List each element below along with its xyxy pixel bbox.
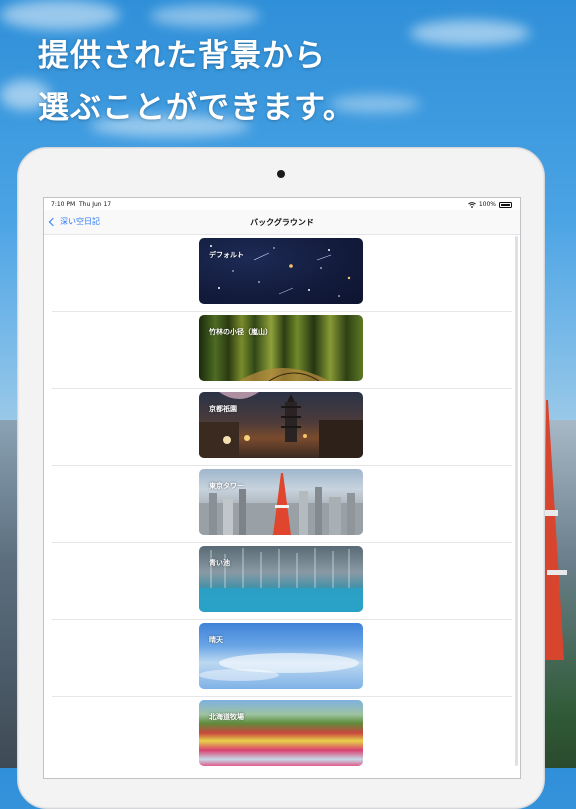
background-label: 青い池 [209,559,230,567]
scrollbar[interactable] [515,236,518,766]
status-time-date: 7:10 PM Thu Jun 17 [51,201,111,208]
background-label: 東京タワー [209,482,244,490]
app-screen: 7:10 PM Thu Jun 17 100% 深い空日記 バックグラウンド デ… [43,197,521,779]
status-bar: 7:10 PM Thu Jun 17 100% [44,198,520,210]
background-label: 京都祇園 [209,405,237,413]
list-item-clear-sky[interactable]: 晴天 [44,620,520,697]
headline-line-2: 選ぶことができます。 [38,90,355,126]
tokyo-tower-icon [544,400,567,660]
background-card-bamboo[interactable]: 竹林の小径（嵐山） [199,315,363,381]
status-date: Thu Jun 17 [79,201,112,208]
navigation-bar: 深い空日記 バックグラウンド [44,210,520,235]
list-item-tokyo-tower[interactable]: 東京タワー [44,466,520,543]
background-card-kyoto[interactable]: 京都祇園 [199,392,363,458]
list-item-blue-pond[interactable]: 青い池 [44,543,520,620]
list-item-hokkaido-farm[interactable]: 北海道牧場 [44,697,520,774]
battery-icon [499,201,512,208]
clear-sky-image [199,653,359,681]
kyoto-pagoda-image [199,392,363,458]
background-label: 晴天 [209,636,223,644]
battery-percent: 100% [478,201,496,208]
cloud [0,0,120,30]
cloud [410,20,530,46]
status-time: 7:10 PM [51,201,76,208]
starry-sky-image [210,245,351,297]
page-title: バックグラウンド [250,218,314,227]
background-label: デフォルト [209,251,244,259]
background-card-default[interactable]: デフォルト [199,238,363,304]
bamboo-grove-image [239,368,329,381]
background-card-clear-sky[interactable]: 晴天 [199,623,363,689]
background-card-tokyo-tower[interactable]: 東京タワー [199,469,363,535]
blue-pond-image [199,548,363,612]
background-card-blue-pond[interactable]: 青い池 [199,546,363,612]
camera-dot [277,170,285,178]
background-list: デフォルト 竹林の小径（嵐山） 京都祇園 東京タワー 青い池 晴天 北海道牧場 [44,235,520,774]
background-label: 竹林の小径（嵐山） [209,328,272,336]
list-item-default[interactable]: デフォルト [44,235,520,312]
wifi-icon [468,201,476,208]
cloud [150,5,260,27]
background-card-hokkaido-farm[interactable]: 北海道牧場 [199,700,363,766]
status-right: 100% [468,201,512,208]
list-item-kyoto[interactable]: 京都祇園 [44,389,520,466]
list-item-bamboo[interactable]: 竹林の小径（嵐山） [44,312,520,389]
background-label: 北海道牧場 [209,713,244,721]
tokyo-skyline-image [199,473,363,535]
headline-line-1: 提供された背景から [38,38,326,74]
